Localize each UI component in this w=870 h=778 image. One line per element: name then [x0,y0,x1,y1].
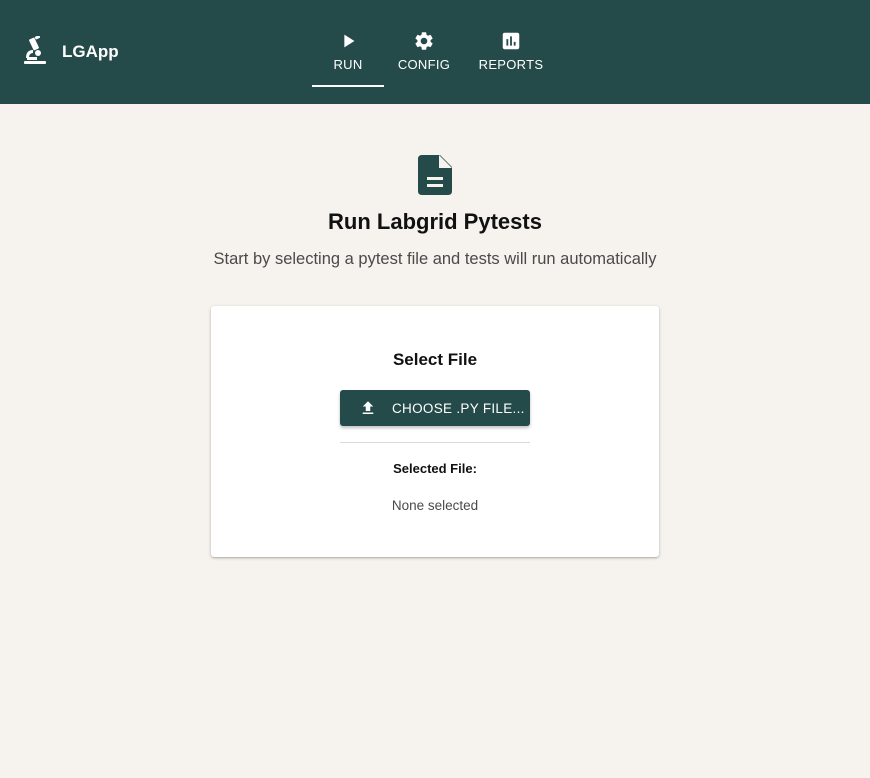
selected-file-label: Selected File: [393,461,477,476]
selected-file-value: None selected [391,498,479,513]
card-title: Select File [392,350,478,369]
divider [340,442,530,443]
choose-file-button[interactable]: CHOOSE .PY FILE... [340,390,530,426]
tab-reports-label: REPORTS [478,57,544,72]
main-nav: RUN CONFIG REPORTS [312,0,558,104]
play-icon [344,34,355,48]
tab-config[interactable]: CONFIG [384,0,464,104]
tab-run[interactable]: RUN [312,0,384,104]
app-header: LGApp RUN CONFIG REPORTS [0,0,870,104]
page-subtitle: Start by selecting a pytest file and tes… [213,250,657,268]
file-select-card: Select File CHOOSE .PY FILE... Selected … [211,306,659,557]
page-title: Run Labgrid Pytests [328,209,542,234]
tab-config-label: CONFIG [397,57,451,72]
app-name: LGApp [62,42,119,61]
microscope-icon [24,36,46,64]
gear-icon [415,32,433,50]
tab-reports[interactable]: REPORTS [464,0,558,104]
brand[interactable]: LGApp [22,34,119,70]
choose-file-label: CHOOSE .PY FILE... [392,400,525,416]
bar-chart-icon [502,32,520,50]
upload-icon [362,401,374,414]
document-icon [418,155,452,195]
tab-run-label: RUN [333,57,363,72]
